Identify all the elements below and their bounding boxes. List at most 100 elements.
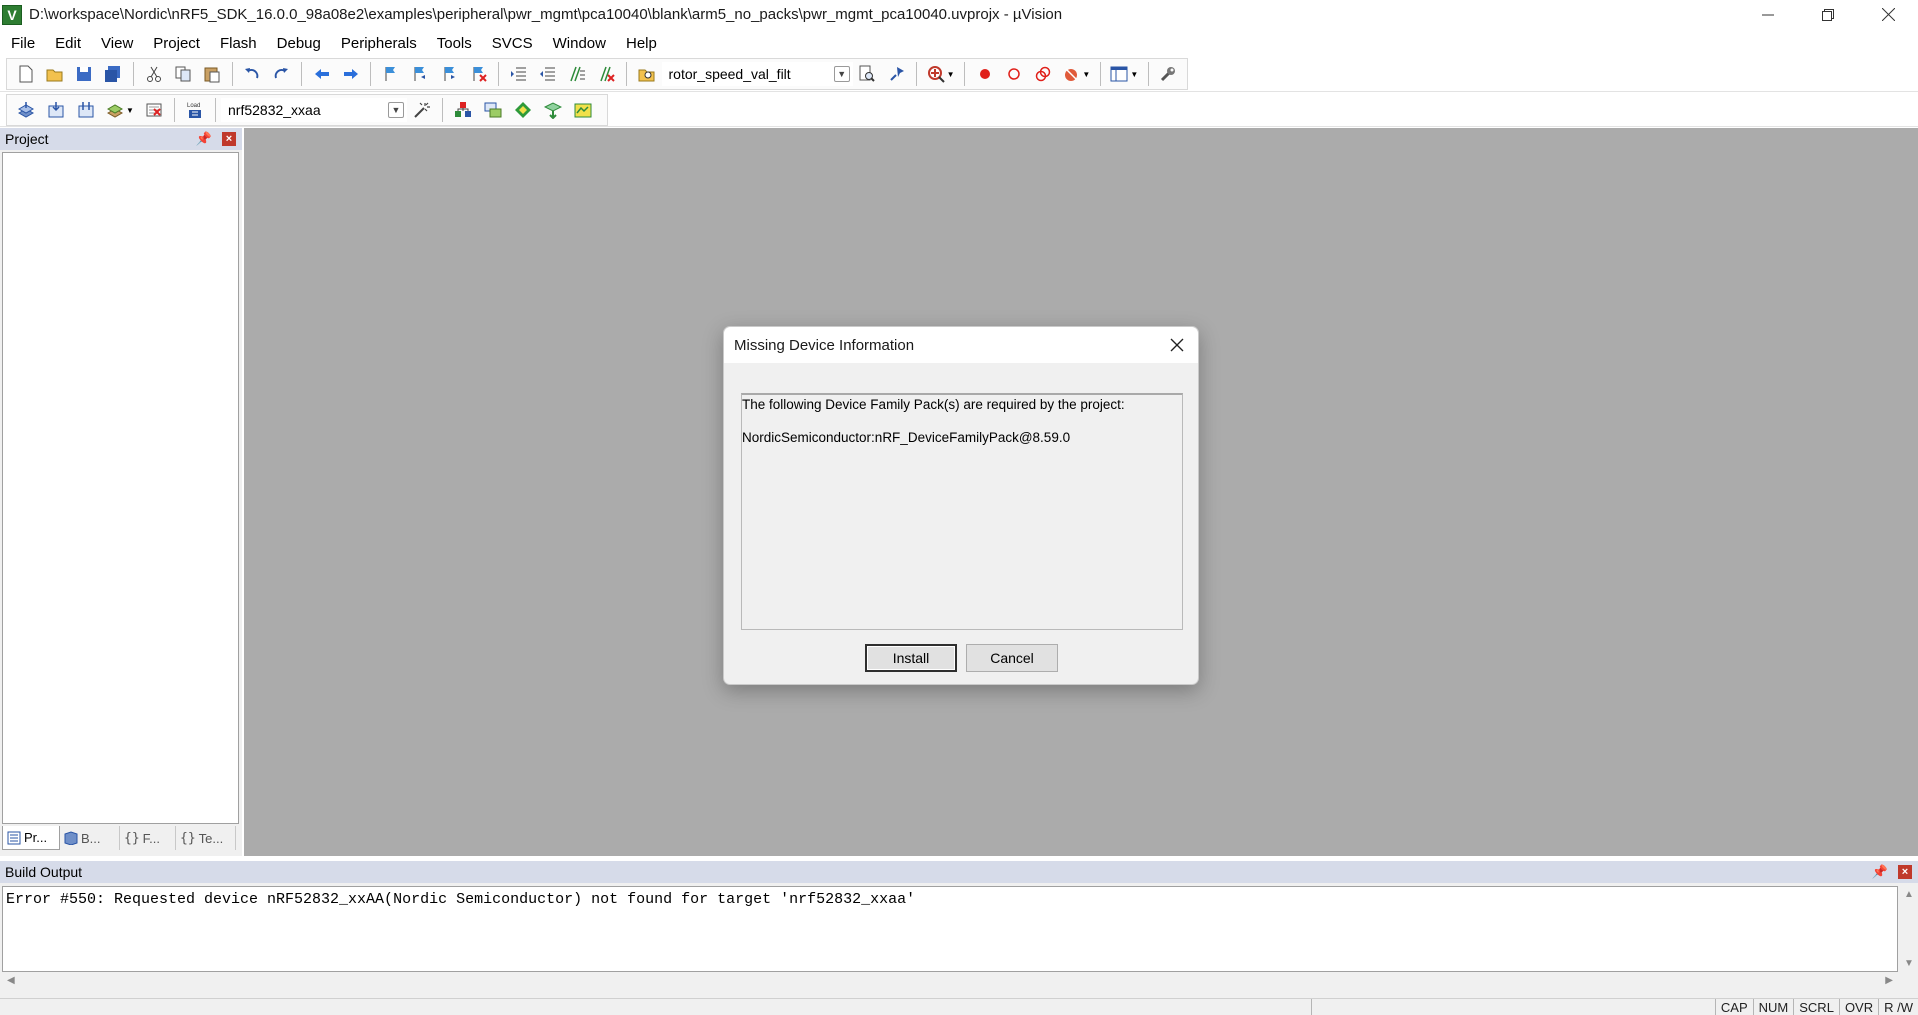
close-icon — [1170, 338, 1184, 352]
find-button[interactable] — [853, 60, 882, 88]
build-output-message: Error #550: Requested device nRF52832_xx… — [6, 891, 916, 908]
pin-icon[interactable]: 📌 — [1872, 864, 1888, 880]
menu-project[interactable]: Project — [142, 35, 209, 52]
clear-bookmarks-icon — [473, 67, 487, 82]
project-tree[interactable] — [2, 152, 239, 824]
menu-svcs[interactable]: SVCS — [481, 35, 542, 52]
project-pane-tabs: Pr... B... {} F... {} Te... — [2, 826, 239, 852]
redo-button[interactable] — [267, 60, 296, 88]
configure-button[interactable] — [1154, 60, 1183, 88]
dialog-close-button[interactable] — [1166, 334, 1188, 356]
enable-breakpoint-button[interactable] — [999, 60, 1028, 88]
incremental-find-button[interactable] — [882, 60, 911, 88]
clear-bookmarks-button[interactable] — [464, 60, 493, 88]
load-button[interactable]: Load — [180, 96, 210, 124]
chevron-down-icon[interactable]: ▼ — [833, 66, 850, 82]
menu-file[interactable]: File — [0, 35, 44, 52]
batch-build-button[interactable]: ▼ — [101, 96, 139, 124]
indent-button[interactable] — [504, 60, 533, 88]
build-button[interactable] — [41, 96, 71, 124]
tab-functions[interactable]: {} F... — [120, 826, 176, 850]
insert-breakpoint-button[interactable] — [970, 60, 999, 88]
next-bookmark-button[interactable] — [435, 60, 464, 88]
pin-icon[interactable]: 📌 — [196, 131, 212, 147]
scroll-right-icon[interactable]: ▶ — [1885, 975, 1893, 986]
load-download-icon: Load — [187, 103, 201, 118]
navigate-back-button[interactable] — [307, 60, 336, 88]
dialog-message-line1: The following Device Family Pack(s) are … — [742, 397, 1125, 412]
horizontal-scrollbar[interactable]: ◀ ▶ — [2, 973, 1898, 991]
menu-view[interactable]: View — [90, 35, 142, 52]
insert-bookmark-button[interactable] — [376, 60, 405, 88]
unindent-button[interactable] — [534, 60, 563, 88]
restore-button[interactable] — [1798, 0, 1858, 29]
target-options-button[interactable] — [407, 96, 437, 124]
minimize-button[interactable] — [1738, 0, 1798, 29]
build-icon — [48, 102, 64, 118]
target-combo[interactable]: nrf52832_xxaa ▼ — [221, 98, 407, 122]
tab-templates[interactable]: {} Te... — [176, 826, 236, 850]
menu-flash[interactable]: Flash — [209, 35, 266, 52]
close-window-button[interactable] — [1858, 0, 1918, 29]
toolbar-separator — [231, 62, 233, 86]
tab-templates-label: Te... — [198, 830, 224, 846]
kill-breakpoints-icon — [1065, 68, 1078, 81]
install-button[interactable]: Install — [865, 644, 957, 672]
build-output-title: Build Output — [5, 864, 83, 880]
menu-peripherals[interactable]: Peripherals — [330, 35, 426, 52]
manage-run-time-environment-button[interactable] — [508, 96, 538, 124]
scroll-left-icon[interactable]: ◀ — [7, 975, 15, 986]
cut-button[interactable] — [139, 60, 168, 88]
menu-tools[interactable]: Tools — [426, 35, 481, 52]
debug-session-button[interactable]: ▼ — [922, 60, 959, 88]
undo-button[interactable] — [238, 60, 267, 88]
rebuild-button[interactable] — [71, 96, 101, 124]
pack-installer-update-button[interactable] — [568, 96, 598, 124]
find-in-files-button[interactable] — [632, 60, 661, 88]
next-bookmark-icon — [444, 67, 455, 81]
find-combo[interactable]: rotor_speed_val_filt ▼ — [661, 62, 853, 86]
save-all-button[interactable] — [99, 60, 128, 88]
scroll-down-icon[interactable]: ▼ — [1904, 958, 1914, 969]
uncomment-button[interactable] — [592, 60, 621, 88]
scroll-up-icon[interactable]: ▲ — [1904, 889, 1914, 900]
previous-bookmark-button[interactable] — [406, 60, 435, 88]
window-title: D:\workspace\Nordic\nRF5_SDK_16.0.0_98a0… — [29, 6, 1063, 23]
window-layout-button[interactable]: ▼ — [1106, 60, 1143, 88]
kill-breakpoints-button[interactable]: ▼ — [1058, 60, 1095, 88]
menu-edit[interactable]: Edit — [44, 35, 90, 52]
copy-button[interactable] — [168, 60, 197, 88]
breakpoint-icon — [979, 69, 990, 79]
menu-debug[interactable]: Debug — [266, 35, 330, 52]
close-pane-icon[interactable]: × — [1898, 865, 1912, 879]
menu-window[interactable]: Window — [542, 35, 615, 52]
find-document-icon — [859, 65, 875, 82]
toolbar-separator — [370, 62, 372, 86]
cancel-button[interactable]: Cancel — [966, 644, 1058, 672]
paste-button[interactable] — [197, 60, 226, 88]
menu-help[interactable]: Help — [615, 35, 666, 52]
toolbar-separator — [132, 62, 134, 86]
toolbar-separator — [174, 98, 175, 122]
comment-button[interactable] — [563, 60, 592, 88]
translate-button[interactable] — [11, 96, 41, 124]
chevron-down-icon[interactable]: ▼ — [388, 102, 404, 118]
build-output-text-area[interactable]: Error #550: Requested device nRF52832_xx… — [2, 886, 1898, 972]
dialog-title-bar: Missing Device Information — [724, 327, 1198, 363]
debug-magnifier-icon — [927, 66, 945, 83]
save-button[interactable] — [69, 60, 98, 88]
vertical-scrollbar[interactable]: ▲ ▼ — [1900, 886, 1918, 972]
open-file-button[interactable] — [40, 60, 69, 88]
manage-project-items-button[interactable] — [448, 96, 478, 124]
disable-all-breakpoints-button[interactable] — [1029, 60, 1058, 88]
tab-project-label: Pr... — [24, 830, 48, 845]
select-software-packs-button[interactable] — [478, 96, 508, 124]
tab-project[interactable]: Pr... — [2, 826, 60, 850]
tab-books[interactable]: B... — [60, 826, 120, 850]
close-pane-icon[interactable]: × — [222, 132, 236, 146]
stop-build-button[interactable] — [139, 96, 169, 124]
pack-installer-button[interactable] — [538, 96, 568, 124]
tab-functions-label: F... — [142, 830, 160, 846]
navigate-forward-button[interactable] — [336, 60, 365, 88]
new-file-button[interactable] — [11, 60, 40, 88]
